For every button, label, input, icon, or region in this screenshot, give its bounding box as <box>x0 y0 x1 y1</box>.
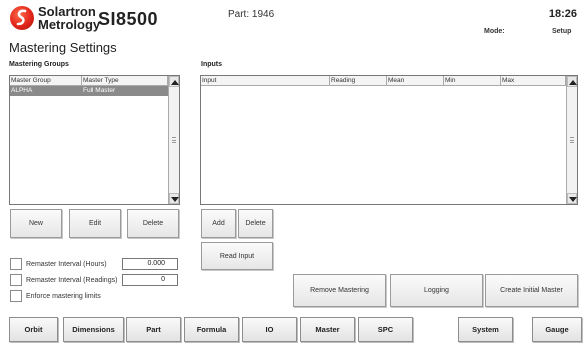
edit-button[interactable]: Edit <box>69 209 121 238</box>
list-item[interactable]: ALPHA Full Master <box>10 86 168 96</box>
scroll-up-arrow-icon[interactable] <box>567 76 577 87</box>
column-header-master-type[interactable]: Master Type <box>82 76 168 86</box>
tab-dimensions[interactable]: Dimensions <box>63 317 124 342</box>
tab-spc[interactable]: SPC <box>358 317 413 342</box>
remaster-hours-label: Remaster Interval (Hours) <box>26 261 107 268</box>
master-group-cell: ALPHA <box>11 87 33 94</box>
remaster-readings-field[interactable]: 0 <box>122 274 178 286</box>
mode-label: Mode: <box>484 28 505 35</box>
inputs-scrollbar[interactable] <box>566 76 577 204</box>
scroll-up-arrow-icon[interactable] <box>169 76 179 87</box>
delete-input-button[interactable]: Delete <box>238 209 273 238</box>
tab-gauge[interactable]: Gauge <box>532 317 582 342</box>
scroll-thumb[interactable] <box>172 137 176 143</box>
column-header-mean[interactable]: Mean <box>387 76 444 86</box>
model-name: SI8500 <box>98 9 159 29</box>
add-input-button[interactable]: Add <box>201 209 236 238</box>
inputs-list[interactable]: Input Reading Mean Min Max <box>200 75 578 205</box>
column-header-input[interactable]: Input <box>201 76 330 86</box>
enforce-limits-label: Enforce mastering limits <box>26 293 101 300</box>
delete-group-button[interactable]: Delete <box>127 209 179 238</box>
tab-master[interactable]: Master <box>300 317 355 342</box>
clock-time: 18:26 <box>548 8 577 20</box>
create-initial-master-button[interactable]: Create Initial Master <box>485 274 578 307</box>
column-header-max[interactable]: Max <box>501 76 566 86</box>
inputs-label: Inputs <box>201 61 222 68</box>
mastering-groups-label: Mastering Groups <box>9 61 69 68</box>
remove-mastering-button[interactable]: Remove Mastering <box>293 274 386 307</box>
tab-part[interactable]: Part <box>126 317 181 342</box>
new-button[interactable]: New <box>10 209 62 238</box>
tab-system[interactable]: System <box>458 317 513 342</box>
master-type-cell: Full Master <box>83 87 116 94</box>
logging-button[interactable]: Logging <box>390 274 483 307</box>
remaster-hours-field[interactable]: 0.000 <box>122 258 178 270</box>
page-title: Mastering Settings <box>9 40 117 55</box>
read-input-button[interactable]: Read Input <box>201 242 273 270</box>
column-header-master-group[interactable]: Master Group <box>10 76 82 86</box>
mastering-groups-list[interactable]: Master Group Master Type ALPHA Full Mast… <box>9 75 180 205</box>
solartron-logo-icon <box>10 6 34 30</box>
brand-name: Solartron Metrology <box>38 5 100 31</box>
column-header-reading[interactable]: Reading <box>330 76 387 86</box>
mastering-groups-scrollbar[interactable] <box>168 76 179 204</box>
remaster-hours-checkbox[interactable] <box>10 258 22 270</box>
column-header-min[interactable]: Min <box>444 76 501 86</box>
part-number: Part: 1946 <box>228 9 275 20</box>
scroll-down-arrow-icon[interactable] <box>169 193 179 204</box>
mode-value: Setup <box>552 28 572 35</box>
brand-line-2: Metrology <box>38 17 101 32</box>
tab-io[interactable]: IO <box>242 317 297 342</box>
scroll-down-arrow-icon[interactable] <box>567 193 577 204</box>
scroll-thumb[interactable] <box>570 137 574 143</box>
remaster-readings-checkbox[interactable] <box>10 274 22 286</box>
tab-orbit[interactable]: Orbit <box>9 317 58 342</box>
tab-formula[interactable]: Formula <box>184 317 239 342</box>
remaster-readings-label: Remaster Interval (Readings) <box>26 277 118 284</box>
enforce-limits-checkbox[interactable] <box>10 290 22 302</box>
